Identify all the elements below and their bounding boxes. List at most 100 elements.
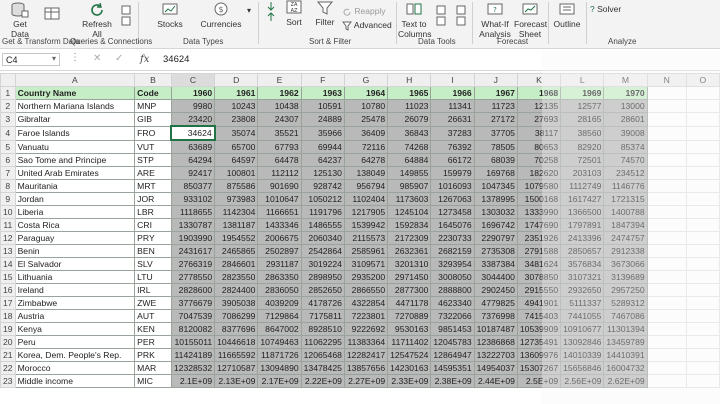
cell-value[interactable]: 2.44E+09 [473, 374, 518, 388]
cell-value[interactable]: 10243 [214, 99, 259, 113]
row-header[interactable]: 7 [0, 166, 16, 180]
cell-code[interactable]: KEN [134, 322, 172, 336]
cell-value[interactable]: 11723 [473, 99, 518, 113]
row-header[interactable]: 1 [0, 86, 16, 100]
cell-value[interactable]: 4623340 [430, 296, 475, 310]
header-code[interactable]: Code [134, 86, 172, 100]
cell-value[interactable]: 35521 [257, 125, 302, 141]
cell-value[interactable]: 928742 [300, 179, 345, 193]
header-country-name[interactable]: Country Name [14, 86, 136, 100]
column-header-j[interactable]: J [473, 73, 518, 87]
cell-value[interactable]: 2115573 [343, 231, 389, 245]
row-header[interactable]: 12 [0, 231, 16, 245]
cell-value[interactable]: 35074 [214, 125, 259, 141]
cell-value[interactable]: 11711402 [387, 335, 432, 349]
column-header-d[interactable]: D [214, 73, 259, 87]
cell-value[interactable]: 35966 [300, 125, 345, 141]
row-header[interactable]: 3 [0, 112, 16, 127]
cell-value[interactable]: 1696742 [473, 218, 518, 232]
row-header[interactable]: 11 [0, 218, 16, 232]
cell-value[interactable]: 1303032 [473, 205, 518, 219]
cell-value[interactable]: 1267063 [430, 192, 475, 206]
cell-value[interactable]: 10749463 [257, 335, 302, 349]
cell-country-name[interactable]: Mauritania [14, 179, 136, 193]
cell-country-name[interactable]: El Salvador [14, 257, 136, 271]
cell-value[interactable]: 3008050 [430, 270, 475, 284]
cell-value[interactable]: 12386868 [473, 335, 518, 349]
sort-az-button[interactable] [264, 0, 278, 22]
cell-value[interactable]: 3019224 [300, 257, 345, 271]
cell-value[interactable]: 3044400 [473, 270, 518, 284]
cell-code[interactable]: ARE [134, 166, 172, 180]
cell-value[interactable]: 7175811 [300, 309, 345, 323]
cell-value[interactable]: 7270889 [387, 309, 432, 323]
cell-value[interactable]: 1010647 [257, 192, 302, 206]
header-year[interactable]: 1960 [170, 86, 216, 100]
cell-value[interactable]: 10155011 [170, 335, 216, 349]
cell-country-name[interactable]: Austria [14, 309, 136, 323]
header-year[interactable]: 1963 [300, 86, 345, 100]
cell-value[interactable]: 1954552 [214, 231, 259, 245]
cell-value[interactable]: 2931187 [257, 257, 302, 271]
sort-button[interactable]: ZA AZ Sort [282, 0, 306, 27]
cell-value[interactable]: 64278 [343, 153, 389, 167]
cell-value[interactable]: 3387384 [473, 257, 518, 271]
reapply-button[interactable]: Reapply [342, 6, 394, 17]
cell-value[interactable]: 2846601 [214, 257, 259, 271]
cell-value[interactable]: 1142304 [214, 205, 259, 219]
cell-value[interactable]: 12045783 [430, 335, 475, 349]
cell-value[interactable]: 64237 [300, 153, 345, 167]
cell-value[interactable]: 1102404 [343, 192, 389, 206]
cell-value[interactable]: 7376998 [473, 309, 518, 323]
cell-country-name[interactable]: Korea, Dem. People's Rep. [14, 348, 136, 362]
column-header-g[interactable]: G [343, 73, 389, 87]
cell-value[interactable]: 37283 [430, 125, 475, 141]
cell-code[interactable]: LBR [134, 205, 172, 219]
cell-code[interactable]: JOR [134, 192, 172, 206]
cell-value[interactable]: 11383364 [343, 335, 389, 349]
cell-value[interactable]: 2898950 [300, 270, 345, 284]
cell-value[interactable]: 11424189 [170, 348, 216, 362]
cell-value[interactable]: 125130 [300, 166, 345, 180]
cell-code[interactable]: MRT [134, 179, 172, 193]
cell-code[interactable]: ZWE [134, 296, 172, 310]
cell-value[interactable]: 2778550 [170, 270, 216, 284]
cell-value[interactable]: 1592834 [387, 218, 432, 232]
cell-code[interactable]: PRK [134, 348, 172, 362]
column-header-c[interactable]: C [170, 73, 216, 87]
cell-value[interactable]: 2502897 [257, 244, 302, 258]
row-header[interactable]: 5 [0, 139, 16, 154]
cell-value[interactable]: 14954037 [473, 361, 518, 375]
header-year[interactable]: 1961 [214, 86, 259, 100]
cell-value[interactable]: 3201310 [387, 257, 432, 271]
cell-value[interactable]: 92417 [170, 166, 216, 180]
cell-value[interactable]: 875586 [214, 179, 259, 193]
what-if-analysis-button[interactable]: ? What-If Analysis [476, 2, 514, 39]
cell-value[interactable]: 138049 [343, 166, 389, 180]
cell-value[interactable]: 8647002 [257, 322, 302, 336]
cell-value[interactable]: 149855 [387, 166, 432, 180]
select-all-corner[interactable] [0, 73, 16, 87]
cell-value[interactable]: 12282417 [343, 348, 389, 362]
cell-value[interactable]: 1378995 [473, 192, 518, 206]
column-header-a[interactable]: A [14, 73, 136, 87]
cell-code[interactable]: BEN [134, 244, 172, 258]
cell-value[interactable]: 100801 [214, 166, 259, 180]
cell-value[interactable]: 956794 [343, 179, 389, 193]
cell-value[interactable]: 14230163 [387, 361, 432, 375]
cell-value[interactable]: 69944 [300, 139, 345, 154]
row-header[interactable]: 8 [0, 179, 16, 193]
cell-value[interactable]: 1173603 [387, 192, 432, 206]
cell-code[interactable]: GIB [134, 112, 172, 127]
cell-value[interactable]: 13857656 [343, 361, 389, 375]
row-header[interactable]: 17 [0, 296, 16, 310]
cell-value[interactable]: 9530163 [387, 322, 432, 336]
enter-icon[interactable]: ✓ [115, 53, 123, 64]
cell-country-name[interactable]: Benin [14, 244, 136, 258]
cell-value[interactable]: 11665592 [214, 348, 259, 362]
cell-value[interactable]: 2431617 [170, 244, 216, 258]
cell-value[interactable]: 112112 [257, 166, 302, 180]
cell-value[interactable]: 26079 [387, 112, 432, 127]
cell-value[interactable]: 4471178 [387, 296, 432, 310]
cell-value[interactable]: 2.38E+09 [430, 374, 475, 388]
